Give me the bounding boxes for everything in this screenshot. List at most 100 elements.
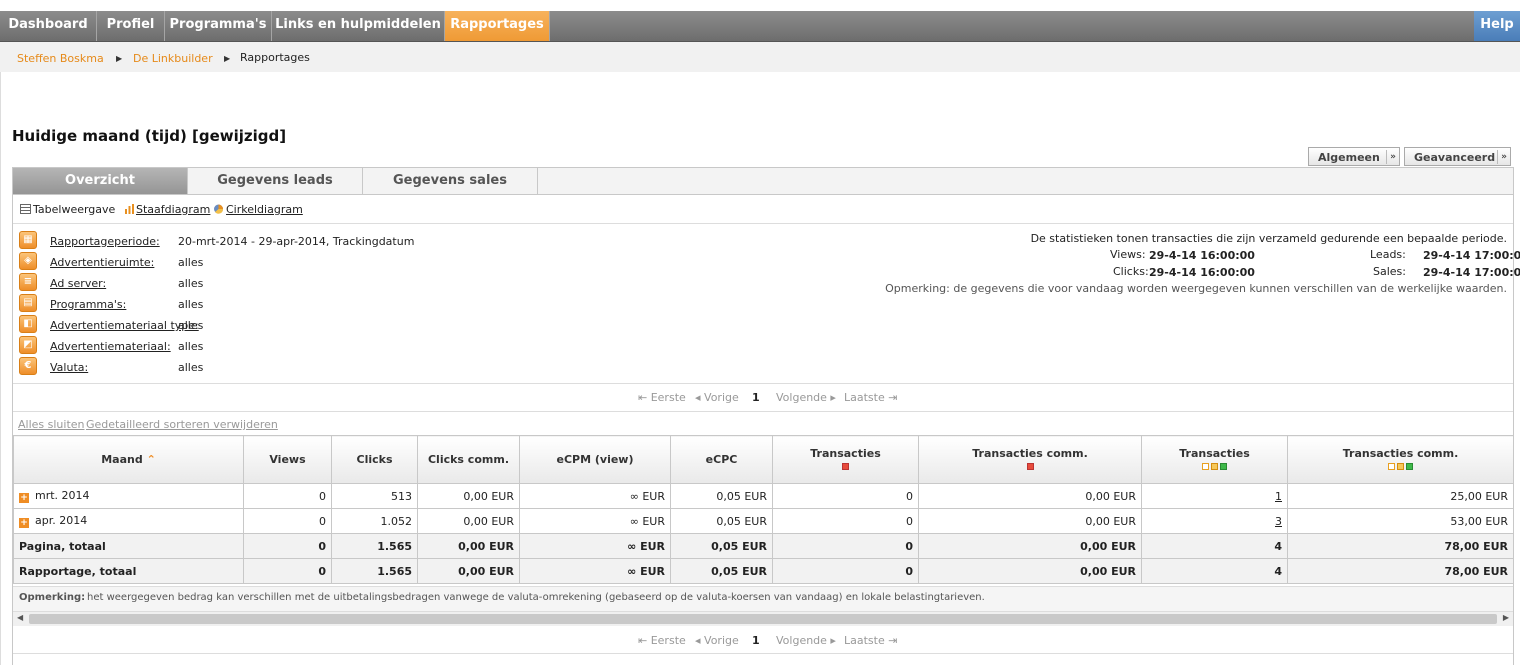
- cell: 0,00 EUR: [417, 483, 520, 509]
- ad-server-icon: ≡: [19, 273, 37, 291]
- pager-first[interactable]: ⇤ Eerste: [638, 391, 686, 404]
- filter-label[interactable]: Valuta:: [50, 361, 88, 374]
- pager-next[interactable]: Volgende ▸: [776, 634, 836, 647]
- scroll-right-icon[interactable]: ▶: [1503, 613, 1509, 622]
- nav-rapportages[interactable]: Rapportages: [445, 11, 550, 41]
- info-views-label: Views:: [1110, 248, 1146, 261]
- cell: 0: [243, 508, 332, 534]
- col-ecpm[interactable]: eCPM (view): [519, 435, 671, 484]
- cell-link[interactable]: 3: [1141, 508, 1288, 534]
- col-clicks[interactable]: Clicks: [331, 435, 418, 484]
- col-transacties-comm-lead[interactable]: Transacties comm.: [918, 435, 1142, 484]
- table-total-row: Rapportage, totaal 0 1.565 0,00 EUR ∞ EU…: [13, 558, 1514, 584]
- filter-label[interactable]: Advertentieruimte:: [50, 256, 154, 269]
- filter-label[interactable]: Programma's:: [50, 298, 126, 311]
- nav-dashboard[interactable]: Dashboard: [0, 11, 97, 41]
- pager-first[interactable]: ⇤ Eerste: [638, 634, 686, 647]
- info-clicks-value: 29-4-14 16:00:00: [1149, 266, 1255, 279]
- cell: 78,00 EUR: [1287, 533, 1514, 559]
- breadcrumb-separator-icon: ▶: [116, 54, 123, 63]
- cell: 0: [772, 533, 919, 559]
- cell: Pagina, totaal: [13, 533, 244, 559]
- cell: 0: [772, 483, 919, 509]
- filter-label[interactable]: Rapportageperiode:: [50, 235, 160, 248]
- filter-label[interactable]: Advertentiemateriaal:: [50, 340, 171, 353]
- col-label: Transacties: [1179, 446, 1250, 460]
- cell-month-label: mrt. 2014: [35, 489, 90, 502]
- cell-month: + apr. 2014: [13, 508, 244, 534]
- close-all-link[interactable]: Alles sluiten: [18, 418, 85, 431]
- filter-value: alles: [178, 319, 204, 332]
- filter-label[interactable]: Ad server:: [50, 277, 106, 290]
- pager-next[interactable]: Volgende ▸: [776, 391, 836, 404]
- scrollbar-thumb[interactable]: [29, 614, 1497, 624]
- note-text: het weergegeven bedrag kan verschillen m…: [87, 592, 985, 603]
- nav-links[interactable]: Links en hulpmiddelen: [272, 11, 445, 41]
- cell: 4: [1141, 558, 1288, 584]
- report-panel: Overzicht Gegevens leads Gegevens sales …: [12, 167, 1520, 665]
- info-description: De statistieken tonen transacties die zi…: [1030, 232, 1507, 245]
- info-views-value: 29-4-14 16:00:00: [1149, 249, 1255, 262]
- col-clicks-comm[interactable]: Clicks comm.: [417, 435, 520, 484]
- nav-programmas[interactable]: Programma's: [165, 11, 272, 41]
- report-table: Maand ⌃ Views Clicks Clicks comm. eCPM (…: [13, 435, 1514, 584]
- tab-overzicht[interactable]: Overzicht: [13, 168, 188, 194]
- material-type-icon: ◧: [19, 315, 37, 333]
- col-transacties-sale[interactable]: Transacties: [1141, 435, 1288, 484]
- breadcrumb-separator-icon: ▶: [224, 54, 231, 63]
- cell-link[interactable]: 1: [1141, 483, 1288, 509]
- view-switcher: Tabelweergave Staafdiagram Cirkeldiagram: [13, 195, 1513, 224]
- cell: ∞ EUR: [519, 533, 671, 559]
- view-table[interactable]: Tabelweergave: [33, 203, 115, 216]
- view-pie-chart[interactable]: Cirkeldiagram: [226, 203, 303, 216]
- tab-gegevens-leads[interactable]: Gegevens leads: [188, 168, 363, 194]
- expand-icon[interactable]: +: [19, 518, 29, 528]
- transactions-link[interactable]: 3: [1275, 515, 1282, 528]
- pager-last[interactable]: Laatste ⇥: [844, 391, 897, 404]
- expand-icon[interactable]: +: [19, 493, 29, 503]
- pager-prev[interactable]: ◂ Vorige: [695, 391, 739, 404]
- nav-profiel[interactable]: Profiel: [97, 11, 165, 41]
- cell: ∞ EUR: [519, 558, 671, 584]
- general-dropdown[interactable]: Algemeen »: [1308, 147, 1400, 166]
- breadcrumb-linkbuilder[interactable]: De Linkbuilder: [133, 52, 213, 65]
- cell: 0,05 EUR: [670, 558, 773, 584]
- pager-top: ⇤ Eerste ◂ Vorige 1 Volgende ▸ Laatste ⇥: [13, 384, 1513, 410]
- main-nav: Dashboard Profiel Programma's Links en h…: [0, 11, 1520, 42]
- transactions-link[interactable]: 1: [1275, 490, 1282, 503]
- cell: 0: [772, 558, 919, 584]
- help-button[interactable]: Help: [1474, 11, 1520, 41]
- view-bar-chart[interactable]: Staafdiagram: [136, 203, 210, 216]
- col-ecpc[interactable]: eCPC: [670, 435, 773, 484]
- filter-label[interactable]: Advertentiemateriaal type:: [50, 319, 199, 332]
- tab-bar: Overzicht Gegevens leads Gegevens sales: [13, 168, 1513, 195]
- info-sales-value: 29-4-14 17:00:00: [1423, 266, 1520, 279]
- tab-gegevens-sales[interactable]: Gegevens sales: [363, 168, 538, 194]
- scroll-left-icon[interactable]: ◀: [17, 613, 23, 622]
- status-red-icon: [1026, 462, 1034, 470]
- pager-prev-label: Vorige: [704, 634, 739, 647]
- status-red-icon: [842, 462, 849, 470]
- col-maand[interactable]: Maand ⌃: [13, 435, 244, 484]
- table-row: + mrt. 2014 0 513 0,00 EUR ∞ EUR 0,05 EUR…: [13, 483, 1514, 509]
- filter-value: alles: [178, 298, 204, 311]
- pager-prev[interactable]: ◂ Vorige: [695, 634, 739, 647]
- cell: ∞ EUR: [519, 508, 671, 534]
- col-views[interactable]: Views: [243, 435, 332, 484]
- breadcrumb-user[interactable]: Steffen Boskma: [17, 52, 104, 65]
- remove-sort-link[interactable]: Gedetailleerd sorteren verwijderen: [86, 418, 278, 431]
- col-transacties-lead[interactable]: Transacties: [772, 435, 919, 484]
- horizontal-scrollbar[interactable]: ◀ ▶: [13, 611, 1513, 626]
- breadcrumb-current: Rapportages: [240, 51, 310, 64]
- advanced-dropdown[interactable]: Geavanceerd »: [1404, 147, 1511, 166]
- euro-icon: €: [19, 357, 37, 375]
- pager-last[interactable]: Laatste ⇥: [844, 634, 897, 647]
- table-note: Opmerking: het weergegeven bedrag kan ve…: [13, 586, 1513, 611]
- cell: 0,00 EUR: [918, 508, 1142, 534]
- cell: 0: [243, 558, 332, 584]
- pager-prev-label: Vorige: [704, 391, 739, 404]
- cell: 0,05 EUR: [670, 483, 773, 509]
- cell: 1.565: [331, 533, 418, 559]
- status-green-icon: [1220, 462, 1227, 470]
- col-transacties-comm-sale[interactable]: Transacties comm.: [1287, 435, 1514, 484]
